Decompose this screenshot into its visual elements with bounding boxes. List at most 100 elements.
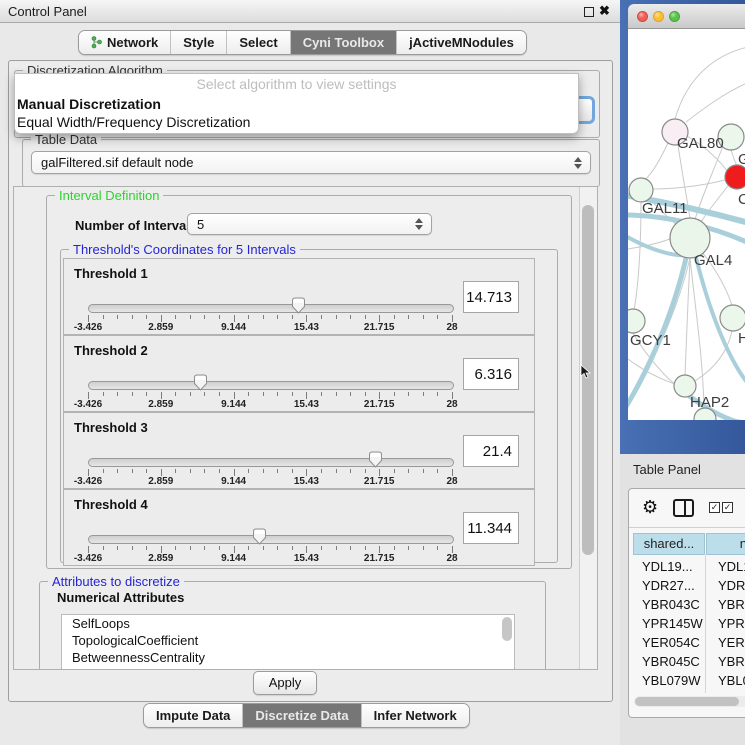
cell-name[interactable]: YLR3: [718, 692, 745, 693]
panel-scrollbar[interactable]: [579, 187, 597, 669]
slider-track[interactable]: [88, 458, 454, 467]
minimize-button[interactable]: [653, 11, 664, 22]
close-icon[interactable]: ✖: [599, 3, 610, 19]
network-window-titlebar[interactable]: [628, 4, 745, 29]
cell-shared-name[interactable]: YBR045C: [642, 654, 700, 669]
cell-name[interactable]: YBR0: [718, 654, 745, 669]
slider-track[interactable]: [88, 535, 454, 544]
threshold-value-field[interactable]: 14.713: [463, 281, 519, 313]
cell-name[interactable]: YDL1: [718, 559, 745, 574]
interval-definition-label: Interval Definition: [55, 188, 163, 203]
table-data-combo[interactable]: galFiltered.sif default node: [31, 151, 591, 174]
table-row[interactable]: YBR043C YBR0: [633, 595, 745, 614]
list-scrollbar[interactable]: [502, 617, 512, 641]
number-of-intervals-combo[interactable]: 5: [187, 213, 432, 235]
checkbox-icon[interactable]: ✓: [709, 502, 720, 513]
gear-icon[interactable]: ⚙: [642, 497, 658, 517]
column-header-name[interactable]: name: [706, 533, 745, 555]
network-canvas[interactable]: GAL80GACGAL11GAL4GCY1HHAP2: [628, 29, 745, 420]
zoom-button[interactable]: [669, 11, 680, 22]
close-button[interactable]: [637, 11, 648, 22]
checkbox-icon[interactable]: ✓: [722, 502, 733, 513]
network-edge[interactable]: [653, 180, 725, 189]
tab-discretize-data[interactable]: Discretize Data: [243, 704, 361, 727]
algorithm-option[interactable]: Manual Discretization: [15, 95, 578, 113]
table-horizontal-scrollbar[interactable]: [634, 696, 745, 707]
column-header-shared-name[interactable]: shared...: [633, 533, 705, 555]
tab-style[interactable]: Style: [171, 31, 227, 54]
cell-name[interactable]: YBR0: [718, 597, 745, 612]
attribute-list-item[interactable]: TopologicalCoefficient: [62, 632, 514, 649]
apply-button[interactable]: Apply: [253, 671, 317, 695]
slider-track[interactable]: [88, 381, 454, 390]
split-view-icon[interactable]: [673, 499, 694, 517]
node-label: GAL11: [642, 200, 688, 217]
threshold-value-field[interactable]: 6.316: [463, 358, 519, 390]
slider-thumb[interactable]: [193, 374, 208, 391]
table-row[interactable]: YLR345W YLR3: [633, 690, 745, 693]
major-tick: [379, 546, 380, 553]
slider-thumb[interactable]: [291, 297, 306, 314]
tab-infer-network[interactable]: Infer Network: [362, 704, 469, 727]
minor-tick: [263, 546, 264, 550]
node-label: GAL80: [677, 135, 724, 152]
cell-name[interactable]: YER0: [718, 635, 745, 650]
scrollbar-thumb[interactable]: [582, 205, 594, 555]
tab-impute-data[interactable]: Impute Data: [144, 704, 243, 727]
table-row[interactable]: YDR27... YDR2: [633, 576, 745, 595]
network-edge[interactable]: [634, 203, 641, 310]
table-data-combo-value: galFiltered.sif default node: [41, 155, 193, 170]
network-edge[interactable]: [686, 84, 745, 122]
tab-jactivemnodules[interactable]: jActiveMNodules: [397, 31, 526, 54]
minor-tick: [103, 469, 104, 473]
cell-shared-name[interactable]: YLR345W: [642, 692, 701, 693]
major-tick: [452, 469, 453, 476]
slider-thumb[interactable]: [252, 528, 267, 545]
tab-select[interactable]: Select: [227, 31, 290, 54]
network-edge[interactable]: [675, 47, 745, 119]
network-node[interactable]: [629, 178, 653, 202]
minor-tick: [117, 392, 118, 396]
tab-network[interactable]: Network: [79, 31, 171, 54]
attribute-list-item[interactable]: SelfLoops: [62, 615, 514, 632]
table-row[interactable]: YPR145W YPR1: [633, 614, 745, 633]
algorithm-option[interactable]: Equal Width/Frequency Discretization: [15, 113, 578, 131]
cell-name[interactable]: YPR1: [718, 616, 745, 631]
cell-shared-name[interactable]: YDR27...: [642, 578, 695, 593]
network-edge[interactable]: [731, 150, 737, 166]
major-tick: [452, 546, 453, 553]
network-edge[interactable]: [685, 259, 690, 375]
slider-track[interactable]: [88, 304, 454, 313]
tab-cyni-toolbox[interactable]: Cyni Toolbox: [291, 31, 397, 54]
table-row[interactable]: YDL19... YDL1: [633, 557, 745, 576]
cell-name[interactable]: YBL0: [718, 673, 745, 688]
table-row[interactable]: YBL079W YBL0: [633, 671, 745, 690]
minor-tick: [292, 546, 293, 550]
cell-shared-name[interactable]: YBR043C: [642, 597, 700, 612]
scrollbar-thumb[interactable]: [635, 697, 739, 706]
numerical-attributes-list[interactable]: SelfLoopsTopologicalCoefficientBetweenne…: [61, 614, 515, 670]
major-tick: [88, 546, 89, 553]
slider-thumb[interactable]: [368, 451, 383, 468]
top-tab-bar: NetworkStyleSelect Cyni Toolbox jActiveMNo…: [78, 30, 527, 55]
table-row[interactable]: YER054C YER0: [633, 633, 745, 652]
network-edge[interactable]: [643, 143, 668, 181]
cell-shared-name[interactable]: YBL079W: [642, 673, 701, 688]
cell-name[interactable]: YDR2: [718, 578, 745, 593]
minor-tick: [437, 546, 438, 550]
threshold-value-field[interactable]: 21.4: [463, 435, 519, 467]
network-node[interactable]: [720, 305, 745, 331]
tick-label: 9.144: [221, 476, 246, 487]
network-node[interactable]: [628, 309, 645, 333]
tab-label: Cyni Toolbox: [303, 35, 384, 50]
attribute-list-item[interactable]: BetweennessCentrality: [62, 649, 514, 666]
cell-shared-name[interactable]: YER054C: [642, 635, 700, 650]
cell-shared-name[interactable]: YDL19...: [642, 559, 693, 574]
float-icon[interactable]: [584, 7, 594, 17]
table-data-label: Table Data: [31, 132, 101, 147]
threshold-value-field[interactable]: 11.344: [463, 512, 519, 544]
cell-shared-name[interactable]: YPR145W: [642, 616, 703, 631]
network-node[interactable]: [725, 165, 745, 189]
table-row[interactable]: YBR045C YBR0: [633, 652, 745, 671]
minor-tick: [292, 392, 293, 396]
